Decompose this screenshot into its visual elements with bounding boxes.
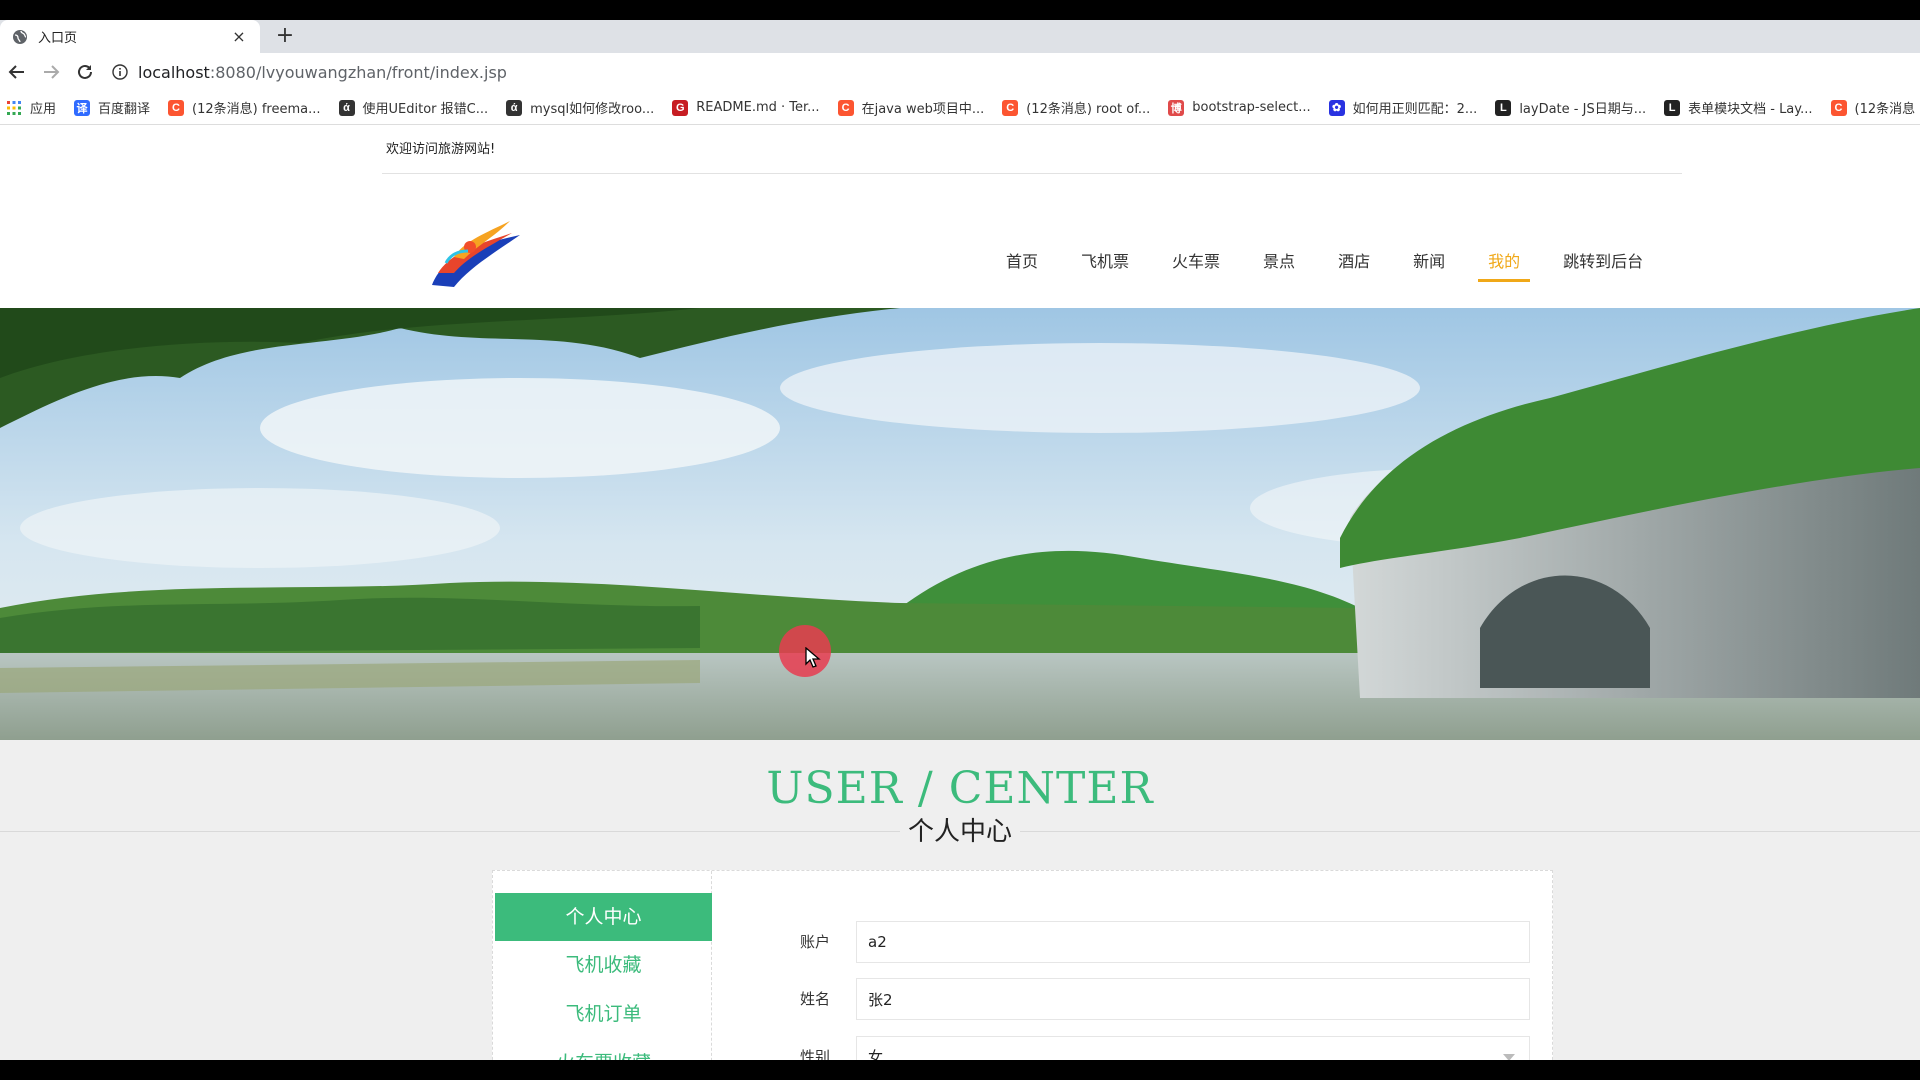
web-page: 欢迎访问旅游网站! 首页 飞机票 火车票 景点 酒店 新闻 我的 跳转到后台 U… [0,125,1920,1060]
baidu-paw-icon: ✿ [1328,99,1345,116]
bookmark-label: bootstrap-select... [1192,100,1311,115]
nav-item[interactable]: 跳转到后台 [1563,248,1643,280]
bookmark-item[interactable]: C (12条消息 [1830,98,1916,117]
globe-icon [13,29,27,44]
name-label: 姓名 [800,990,831,1008]
bookmark-item[interactable]: ά mysql如何修改roo... [506,98,654,117]
banner-image [0,308,1920,740]
nav-item[interactable]: 景点 [1263,248,1295,280]
name-row: 姓名 [741,978,1541,1020]
arrow-left-icon [8,65,24,79]
cnblogs-icon: 博 [1168,99,1185,116]
bookmark-item[interactable]: LlayDate - JS日期与... [1495,98,1646,117]
nav-item[interactable]: 飞机票 [1081,248,1129,280]
account-input[interactable] [856,921,1530,963]
user-side-menu: 个人中心飞机收藏飞机订单火车票收藏 [494,871,712,1060]
bookmark-label: 表单模块文档 - Lay... [1688,102,1813,117]
bookmark-label: 使用UEditor 报错C... [362,102,489,117]
bookmark-item[interactable]: L 表单模块文档 - Lay... [1664,98,1813,117]
gender-label: 性别 [800,1048,831,1060]
bookmark-item[interactable]: G README.md · Ter... [672,99,820,116]
reload-icon [78,64,92,79]
gender-row: 性别 女 [741,1036,1541,1060]
gender-select[interactable]: 女 [856,1036,1530,1060]
csdn-icon: C [1830,99,1847,116]
bookmark-item[interactable]: C (12条消息) freema... [168,98,321,117]
apps-grid-icon [6,100,22,116]
header-divider [382,173,1682,174]
gitee-icon: G [672,99,689,116]
screen-bottom-bar [0,1060,1920,1080]
nav-item[interactable]: 我的 [1478,248,1531,282]
bookmark-item[interactable]: ✿ 如何用正则匹配：2... [1328,98,1478,117]
mouse-cursor-icon [805,647,821,668]
bookmark-item[interactable]: C (12条消息) root of... [1002,98,1150,117]
url-path: :8080/lvyouwangzhan/front/index.jsp [209,62,507,82]
bookmark-item[interactable]: 译百度翻译 [74,98,150,117]
account-label: 账户 [800,933,831,951]
bookmark-label: mysql如何修改roo... [530,102,655,117]
back-button[interactable] [0,55,34,89]
tab-title: 入口页 [38,31,78,46]
csdn-icon: C [837,99,854,116]
bookmark-label: (12条消息) root of... [1026,102,1151,117]
segmentfault-icon: ά [506,99,523,116]
browser-toolbar: localhost:8080/lvyouwangzhan/front/index… [0,53,1920,91]
nav-item[interactable]: 首页 [1006,248,1038,280]
section-title-english: USER / CENTER [766,763,1154,814]
reload-button[interactable] [68,55,102,89]
bookmark-item[interactable]: ά 使用UEditor 报错C... [338,98,489,117]
bookmark-label: 百度翻译 [98,102,151,117]
tab-strip: 入口页 × + [0,20,1920,53]
bookmark-label: 如何用正则匹配：2... [1352,102,1478,117]
browser-tab[interactable]: 入口页 × [0,20,260,53]
nav-item[interactable]: 新闻 [1413,248,1445,280]
nav-item[interactable]: 火车票 [1172,248,1220,280]
bookmark-label: 应用 [30,102,57,117]
layui-icon: L [1664,99,1681,116]
baidu-translate-icon: 译 [74,99,91,116]
side-menu-item[interactable]: 飞机收藏 [495,941,712,989]
url-host: localhost [138,62,210,82]
csdn-icon: C [1002,99,1019,116]
gender-selected-value: 女 [868,1048,884,1060]
welcome-text: 欢迎访问旅游网站! [386,142,496,157]
segmentfault-icon: ά [338,99,355,116]
forward-button[interactable] [34,55,68,89]
info-icon [112,64,128,80]
nav-item[interactable]: 酒店 [1338,248,1370,280]
csdn-icon: C [168,99,185,116]
address-bar[interactable]: localhost:8080/lvyouwangzhan/front/index… [112,57,507,87]
section-title-chinese: 个人中心 [899,811,1021,848]
bookmarks-bar: 应用 译百度翻译 C (12条消息) freema... ά 使用UEditor 报错C.… [0,91,1920,125]
account-row: 账户 [741,921,1541,963]
user-center-panel: 个人中心飞机收藏飞机订单火车票收藏 账户 姓名 性别 女 [492,870,1553,1060]
bookmark-item[interactable]: C 在java web项目中... [837,98,985,117]
browser-window: 入口页 × + localhost:8080/lvyouwangzhan/fro… [0,20,1920,1060]
name-input[interactable] [856,978,1530,1020]
close-tab-icon[interactable]: × [230,27,248,46]
site-logo[interactable] [424,213,524,293]
side-menu-item[interactable]: 个人中心 [495,893,712,941]
side-menu-item[interactable]: 火车票收藏 [495,1039,712,1060]
bookmark-label: 在java web项目中... [861,102,985,117]
layui-icon: L [1495,99,1512,116]
bookmark-item[interactable]: 博 bootstrap-select... [1168,99,1311,116]
bookmark-label: (12条消息 [1854,102,1916,117]
bookmark-item[interactable]: 应用 [6,98,56,117]
main-nav: 首页 飞机票 火车票 景点 酒店 新闻 我的 跳转到后台 [1006,248,1686,282]
arrow-right-icon [44,65,60,79]
side-menu-item[interactable]: 飞机订单 [495,990,712,1038]
bookmark-label: layDate - JS日期与... [1519,102,1647,117]
site-header: 欢迎访问旅游网站! 首页 飞机票 火车票 景点 酒店 新闻 我的 跳转到后台 [0,125,1920,308]
bookmark-label: README.md · Ter... [696,100,820,115]
bookmark-label: (12条消息) freema... [192,102,321,117]
new-tab-button[interactable]: + [272,23,298,49]
